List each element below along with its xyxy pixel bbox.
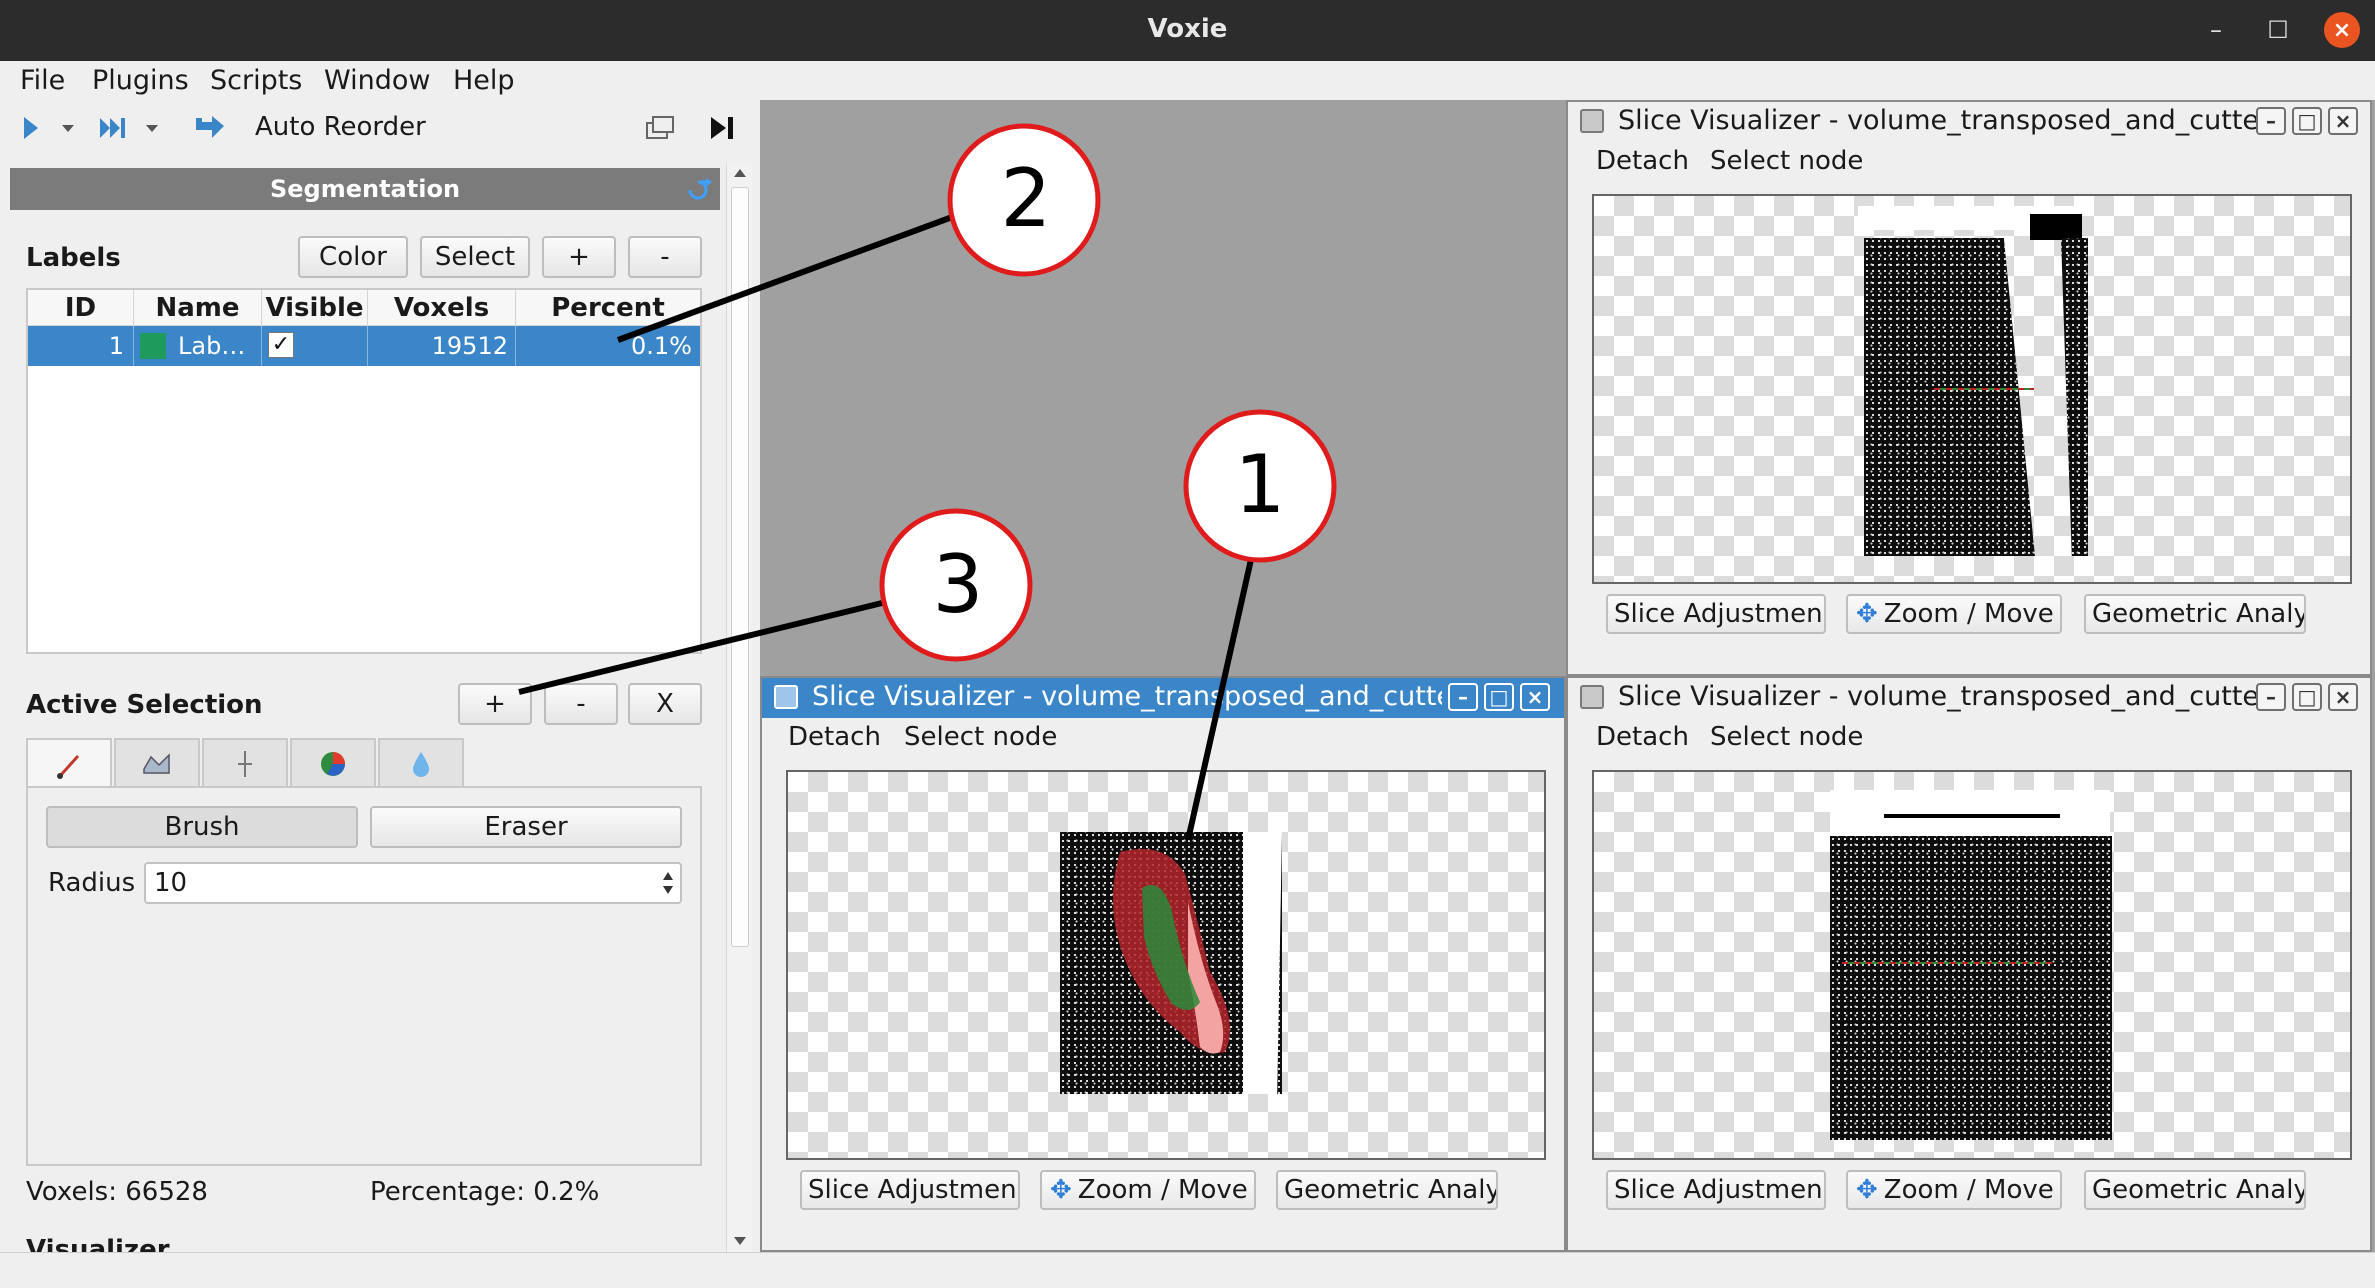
annotation-circle-1: 1: [1183, 409, 1337, 563]
annotation-label-3: 3: [933, 538, 984, 631]
annotation-label-1: 1: [1235, 438, 1286, 531]
annotation-label-2: 2: [1001, 152, 1052, 245]
annotation-circle-3: 3: [879, 508, 1033, 662]
annotation-lines: [518, 213, 1255, 841]
annotation-overlay: 1 2 3: [518, 123, 1337, 841]
annotation-circle-2: 2: [947, 123, 1101, 277]
